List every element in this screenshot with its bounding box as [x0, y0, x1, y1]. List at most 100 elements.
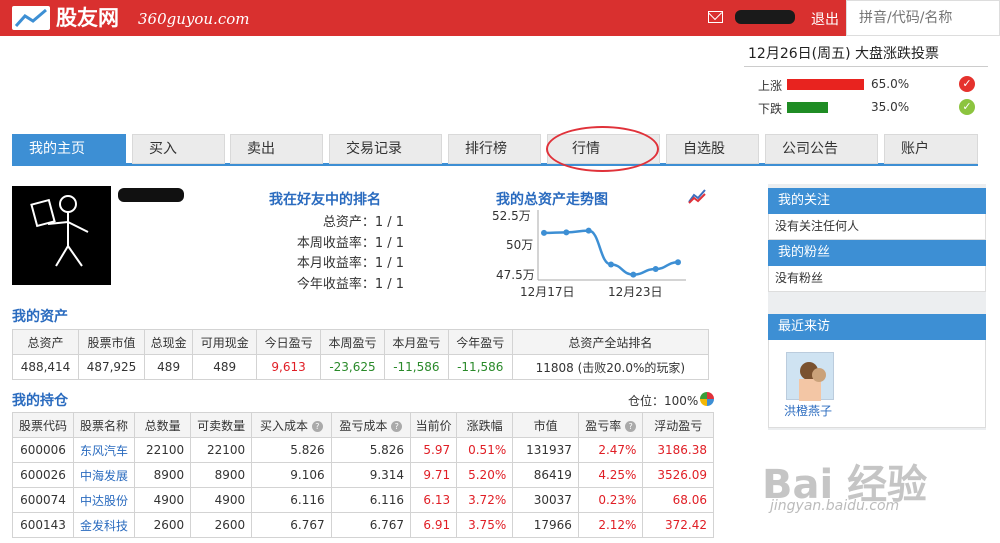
col-header: 股票市值 [78, 329, 145, 355]
change-pct: 3.75% [456, 512, 514, 538]
table-row[interactable]: 600074 中达股份 4900 4900 6.116 6.116 6.13 3.72% 300… [12, 487, 714, 513]
week-pnl: -23,625 [320, 354, 385, 380]
nav-tabs: 我的主页 买入 卖出 交易记录 排行榜 行情 自选股 公司公告 账户 [12, 134, 978, 166]
fans-title: 我的粉丝 [768, 240, 986, 266]
today-pnl: 9,613 [256, 354, 322, 380]
vote-up-pct: 65.0% [871, 77, 910, 91]
total-qty: 22100 [133, 437, 192, 463]
avatar[interactable] [12, 186, 111, 285]
follow-empty: 没有关注任何人 [768, 214, 986, 240]
pnl-cost: 9.314 [330, 462, 412, 488]
current-price: 6.13 [410, 487, 458, 513]
current-price: 9.71 [410, 462, 458, 488]
tab-account[interactable]: 账户 [884, 134, 978, 164]
logo-chart-icon[interactable] [12, 6, 50, 30]
table-row[interactable]: 600143 金发科技 2600 2600 6.767 6.767 6.91 3.75% 179… [12, 512, 714, 538]
sellable-qty: 22100 [190, 437, 253, 463]
vote-down-check-icon[interactable]: ✓ [959, 99, 975, 115]
stock-name[interactable]: 金发科技 [72, 512, 135, 538]
holdings-title: 我的持仓 [12, 393, 68, 409]
tab-announcements[interactable]: 公司公告 [765, 134, 878, 164]
floating-pnl: 3526.09 [642, 462, 714, 488]
year-pnl: -11,586 [447, 354, 513, 380]
logo-text[interactable]: 股友网 [56, 4, 119, 32]
mail-icon[interactable] [708, 11, 723, 23]
market-value: 131937 [512, 437, 579, 463]
col-header: 股票代码 [12, 412, 74, 438]
rank-week-return: 本周收益率：1 / 1 [296, 236, 404, 251]
rank-total-assets: 总资产：1 / 1 [322, 215, 404, 230]
y-tick-label: 50万 [506, 238, 533, 252]
col-header: 股票名称 [72, 412, 135, 438]
stock-name[interactable]: 中达股份 [72, 487, 135, 513]
position-pie-icon [700, 392, 714, 406]
tab-buy[interactable]: 买入 [132, 134, 225, 164]
buy-cost: 5.826 [251, 437, 332, 463]
col-header: 今年盈亏 [447, 329, 513, 355]
holdings-table: 股票代码 股票名称 总数量 可卖数量 买入成本 ? 盈亏成本 ? 当前价 涨跌幅… [12, 412, 714, 538]
tab-trade-records[interactable]: 交易记录 [329, 134, 442, 164]
current-price: 5.97 [410, 437, 458, 463]
follow-title: 我的关注 [768, 188, 986, 214]
tab-ranking[interactable]: 排行榜 [448, 134, 541, 164]
vote-up-row: 上涨 65.0% [758, 77, 909, 94]
search-input[interactable] [846, 0, 1000, 36]
username-redacted [118, 188, 184, 202]
fans-empty: 没有粉丝 [768, 266, 986, 292]
buy-cost: 9.106 [251, 462, 332, 488]
col-header-text: 买入成本 [259, 418, 308, 433]
trend-point [608, 261, 614, 268]
logout-link[interactable]: 退出 [811, 9, 839, 29]
site-rank: 11808 (击败20.0%的玩家) [511, 354, 710, 380]
help-icon[interactable]: ? [625, 420, 637, 432]
tab-watchlist[interactable]: 自选股 [666, 134, 759, 164]
col-header: 浮动盈亏 [642, 412, 714, 438]
position-label: 仓位：100% [628, 394, 699, 408]
vote-up-check-icon[interactable]: ✓ [959, 76, 975, 92]
help-icon[interactable]: ? [311, 420, 323, 432]
tab-sell[interactable]: 卖出 [230, 134, 323, 164]
col-header: 总资产全站排名 [511, 329, 710, 355]
pnl-rate: 2.47% [577, 437, 644, 463]
stock-code: 600074 [12, 487, 74, 513]
y-tick-label: 52.5万 [492, 209, 531, 223]
red-highlight-circle [546, 126, 659, 172]
pnl-cost: 6.116 [330, 487, 412, 513]
watermark-url: jingyan.baidu.com [770, 498, 900, 514]
vote-down-bar [787, 102, 829, 113]
change-pct: 0.51% [456, 437, 514, 463]
visitor-name[interactable]: 洪橙燕子 [784, 402, 832, 419]
stock-name[interactable]: 东风汽车 [72, 437, 135, 463]
rank-year-return: 今年收益率：1 / 1 [296, 277, 404, 292]
username-redacted[interactable] [735, 10, 795, 24]
floating-pnl: 372.42 [642, 512, 714, 538]
col-header: 市值 [512, 412, 579, 438]
col-header: 涨跌幅 [456, 412, 514, 438]
col-header: 可卖数量 [190, 412, 253, 438]
visitors-title: 最近来访 [768, 314, 986, 340]
stock-name[interactable]: 中海发展 [72, 462, 135, 488]
vote-up-bar [787, 79, 864, 90]
col-header: 总数量 [133, 412, 192, 438]
help-icon[interactable]: ? [391, 420, 403, 432]
floating-pnl: 3186.38 [642, 437, 714, 463]
buy-cost: 6.116 [251, 487, 332, 513]
stock-code: 600026 [12, 462, 74, 488]
col-header: 今日盈亏 [256, 329, 322, 355]
sellable-qty: 4900 [190, 487, 253, 513]
table-row[interactable]: 600026 中海发展 8900 8900 9.106 9.314 9.71 5.20% 864… [12, 462, 714, 488]
assets-table: 总资产 股票市值 总现金 可用现金 今日盈亏 本周盈亏 本月盈亏 今年盈亏 总资… [12, 329, 710, 380]
chart-toggle-icon[interactable] [688, 188, 706, 204]
col-header: 盈亏率 ? [577, 412, 644, 438]
visitor-avatar[interactable] [786, 352, 834, 401]
pnl-cost: 5.826 [330, 437, 412, 463]
tab-home[interactable]: 我的主页 [12, 134, 126, 164]
rank-month-return: 本月收益率：1 / 1 [296, 256, 404, 271]
trend-point [652, 265, 659, 272]
table-row[interactable]: 600006 东风汽车 22100 22100 5.826 5.826 5.97 0.51% 1… [12, 437, 714, 463]
change-pct: 5.20% [456, 462, 514, 488]
col-header: 总现金 [143, 329, 194, 355]
stock-code: 600006 [12, 437, 74, 463]
asset-trend-chart: 52.5万 50万 47.5万 12月17日 12月23日 [492, 209, 686, 299]
col-header: 本周盈亏 [320, 329, 385, 355]
